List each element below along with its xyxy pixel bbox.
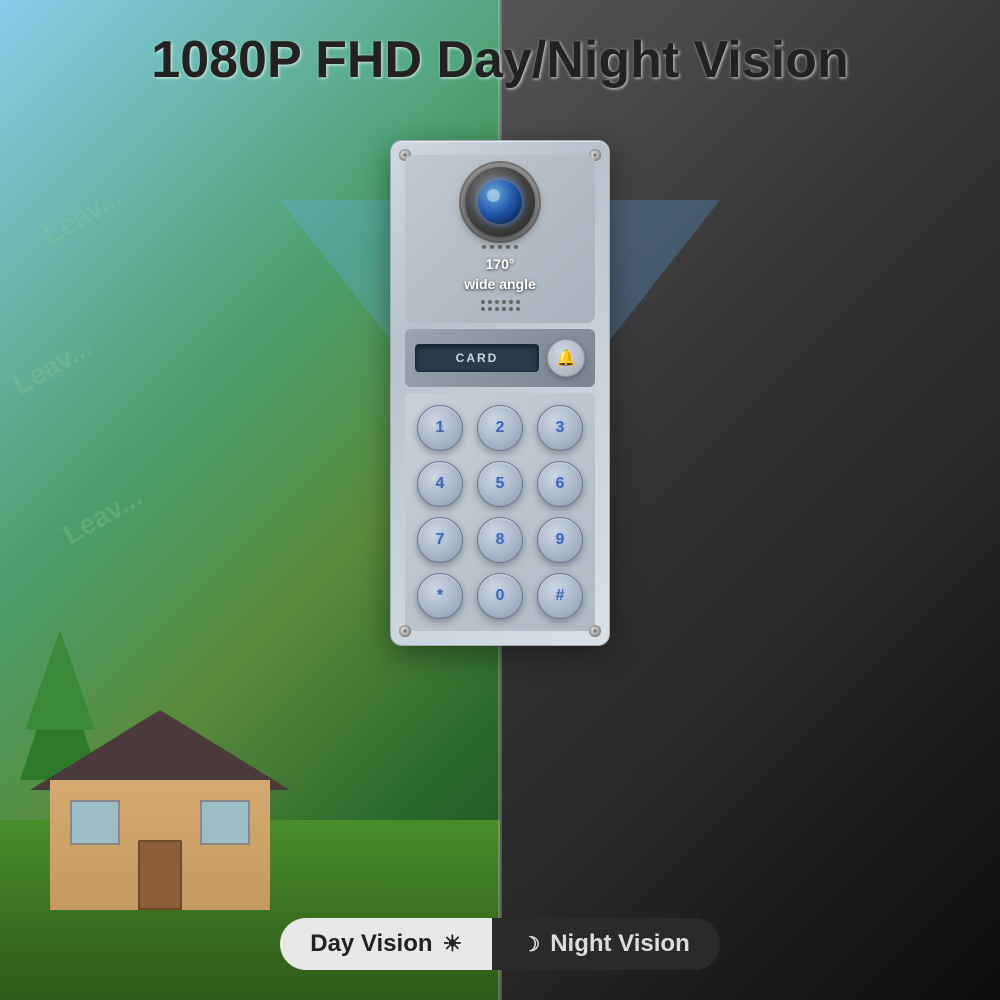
- camera-section: 170° wide angle: [405, 155, 595, 323]
- main-title: 1080P FHD Day/Night Vision: [0, 30, 1000, 90]
- speaker-dot: [509, 300, 513, 304]
- key-1[interactable]: 1: [417, 405, 463, 451]
- vision-labels: Day Vision ☀ ☽ Night Vision: [250, 918, 750, 970]
- window: [200, 800, 250, 845]
- speaker-dot: [495, 300, 499, 304]
- ir-dot: [514, 245, 518, 249]
- key-0[interactable]: 0: [477, 573, 523, 619]
- ir-dot: [498, 245, 502, 249]
- device-panel: 170° wide angle CARD 🔔: [390, 140, 610, 646]
- day-vision-text: Day Vision: [310, 930, 432, 958]
- key-3[interactable]: 3: [537, 405, 583, 451]
- night-vision-label: ☽ Night Vision: [492, 918, 720, 970]
- ir-dots: [417, 245, 583, 249]
- key-6[interactable]: 6: [537, 461, 583, 507]
- screw-bottom-left: [399, 625, 411, 637]
- screw-bottom-right: [589, 625, 601, 637]
- speaker-dot: [516, 307, 520, 311]
- window: [70, 800, 120, 845]
- key-9[interactable]: 9: [537, 517, 583, 563]
- keypad-section: 123 456 789 * 0 #: [405, 393, 595, 631]
- speaker-dot: [502, 307, 506, 311]
- camera-lens: [478, 180, 522, 224]
- keypad-grid: 123 456 789 * 0 #: [415, 405, 585, 619]
- speaker-dot: [495, 307, 499, 311]
- camera-mount: [465, 167, 535, 237]
- speaker-dot: [481, 307, 485, 311]
- speaker-dot: [481, 300, 485, 304]
- bell-button[interactable]: 🔔: [547, 339, 585, 377]
- key-2[interactable]: 2: [477, 405, 523, 451]
- moon-icon: ☽: [522, 932, 540, 957]
- house-door: [138, 840, 182, 910]
- key-*[interactable]: *: [417, 573, 463, 619]
- key-8[interactable]: 8: [477, 517, 523, 563]
- speaker-dot: [516, 300, 520, 304]
- angle-value: 170°: [417, 255, 583, 275]
- watermark: Leav...: [58, 481, 148, 551]
- key-#[interactable]: #: [537, 573, 583, 619]
- speaker-grille: [417, 300, 583, 311]
- ir-dot: [506, 245, 510, 249]
- speaker-dot: [488, 307, 492, 311]
- key-4[interactable]: 4: [417, 461, 463, 507]
- ir-dot: [490, 245, 494, 249]
- bell-icon: 🔔: [556, 348, 576, 368]
- day-vision-label: Day Vision ☀: [280, 918, 492, 970]
- card-slot[interactable]: CARD: [415, 344, 539, 372]
- house-roof: [30, 710, 290, 790]
- watermark: Leav...: [8, 331, 98, 401]
- key-5[interactable]: 5: [477, 461, 523, 507]
- device-panel-wrapper: 170° wide angle CARD 🔔: [390, 140, 610, 646]
- speaker-dot: [509, 307, 513, 311]
- night-vision-text: Night Vision: [550, 930, 690, 958]
- watermark: Leav...: [38, 181, 128, 251]
- angle-display: 170° wide angle: [417, 255, 583, 294]
- house-body: [50, 780, 270, 910]
- key-7[interactable]: 7: [417, 517, 463, 563]
- day-house: [30, 690, 290, 910]
- ir-dot: [482, 245, 486, 249]
- speaker-dot: [488, 300, 492, 304]
- middle-section: CARD 🔔: [405, 329, 595, 387]
- sun-icon: ☀: [443, 931, 463, 957]
- speaker-dot: [502, 300, 506, 304]
- angle-desc: wide angle: [417, 275, 583, 295]
